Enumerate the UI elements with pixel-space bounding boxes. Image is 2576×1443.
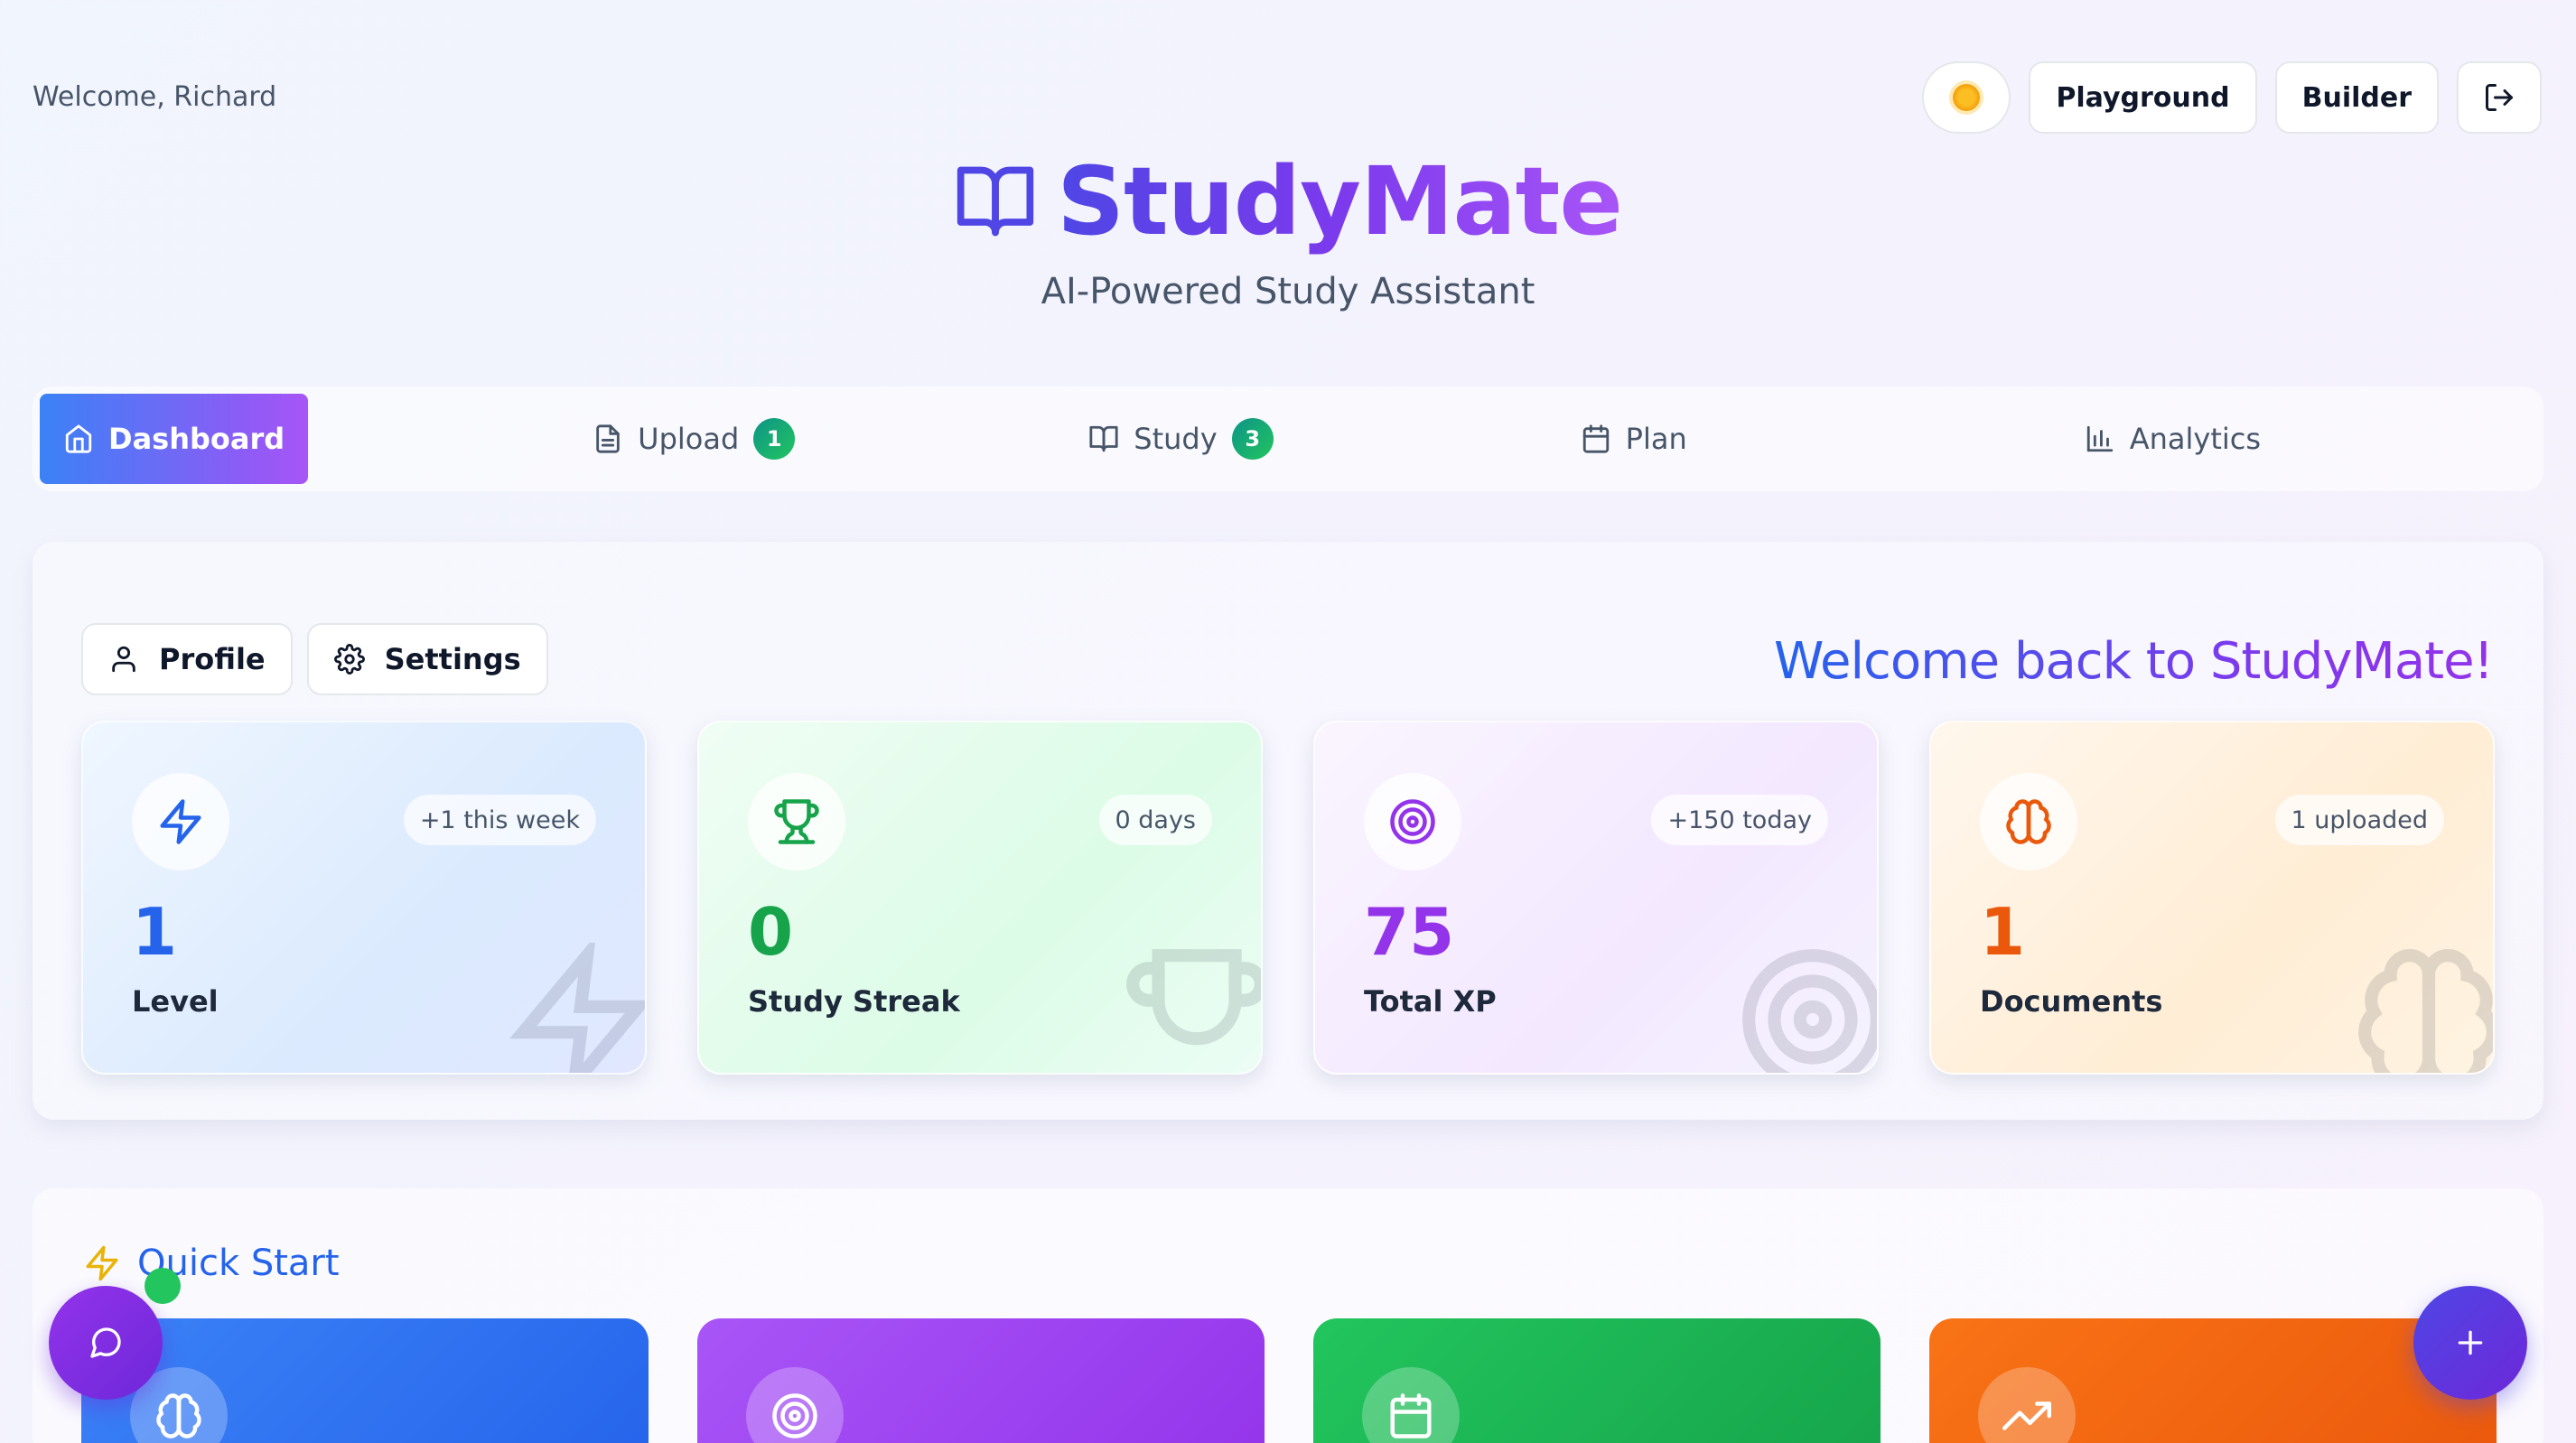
stat-icon-wrap — [1980, 773, 2077, 870]
theme-toggle-button[interactable] — [1922, 61, 2011, 134]
gear-icon — [333, 644, 365, 675]
stat-label: Total XP — [1364, 984, 1497, 1019]
settings-label: Settings — [384, 642, 521, 676]
tab-label: Dashboard — [108, 422, 285, 456]
app-subtitle: AI-Powered Study Assistant — [1041, 271, 1535, 312]
trophy-watermark-icon — [1126, 949, 1261, 1046]
target-watermark-icon — [1742, 949, 1877, 1073]
stat-icon-wrap — [1364, 773, 1461, 870]
logout-icon — [2486, 84, 2513, 111]
playground-button[interactable]: Playground — [2029, 61, 2257, 134]
stat-trend-pill: 0 days — [1098, 795, 1212, 845]
quick-start-section: Quick Start — [33, 1188, 2543, 1443]
stat-icon-wrap — [748, 773, 845, 870]
plus-icon — [2458, 1330, 2483, 1355]
stat-label: Study Streak — [748, 984, 960, 1019]
bar-chart-icon — [2086, 425, 2113, 452]
target-icon — [1390, 799, 1435, 844]
add-fab-button[interactable] — [2413, 1286, 2527, 1400]
stat-label: Documents — [1980, 984, 2163, 1019]
profile-actions: Profile Settings — [81, 623, 548, 695]
main-tabs: Dashboard Upload 1 Study 3 Plan Analytic… — [33, 386, 2543, 491]
quick-icon-wrap — [1362, 1367, 1460, 1443]
home-icon — [65, 424, 92, 453]
tab-analytics[interactable]: Analytics — [2085, 394, 2261, 484]
stat-trend-pill: +150 today — [1651, 795, 1828, 845]
app-title: StudyMate — [1057, 146, 1623, 256]
chat-icon — [90, 1327, 121, 1358]
open-book-icon — [957, 166, 1034, 237]
tab-dashboard[interactable]: Dashboard — [40, 394, 309, 484]
quick-icon-wrap — [746, 1367, 844, 1443]
book-icon — [1089, 425, 1118, 452]
file-icon — [596, 424, 620, 453]
builder-button[interactable]: Builder — [2274, 61, 2439, 134]
calendar-icon — [1582, 424, 1609, 453]
stat-icon-wrap — [132, 773, 229, 870]
brain-watermark-icon — [2358, 949, 2493, 1073]
quick-card-plan[interactable] — [1313, 1318, 1881, 1443]
quick-card-analytics[interactable] — [1929, 1318, 2497, 1443]
quick-card-quiz[interactable] — [697, 1318, 1265, 1443]
quick-icon-wrap — [1978, 1367, 2076, 1443]
tab-study[interactable]: Study 3 — [1088, 394, 1274, 484]
lightning-watermark-icon — [509, 943, 645, 1073]
brand: StudyMate — [0, 146, 2576, 256]
stat-trend-pill: +1 this week — [403, 795, 596, 845]
profile-label: Profile — [159, 642, 266, 676]
stat-card-streak: 0 days 0 Study Streak — [697, 721, 1263, 1075]
quick-card-study[interactable] — [81, 1318, 649, 1443]
logout-button[interactable] — [2457, 61, 2542, 134]
stat-value: 1 — [132, 894, 178, 970]
stat-card-level: +1 this week 1 Level — [81, 721, 647, 1075]
tab-label: Plan — [1625, 422, 1687, 456]
top-actions: Playground Builder — [1922, 61, 2542, 134]
tab-label: Study — [1134, 422, 1218, 456]
calendar-icon — [1390, 1393, 1432, 1438]
stat-value: 75 — [1364, 894, 1455, 970]
settings-button[interactable]: Settings — [306, 623, 548, 695]
tab-label: Analytics — [2129, 422, 2262, 456]
tab-upload[interactable]: Upload 1 — [593, 394, 796, 484]
stat-card-xp: +150 today 75 Total XP — [1313, 721, 1879, 1075]
welcome-back-heading: Welcome back to StudyMate! — [1773, 632, 2494, 691]
brain-icon — [2006, 799, 2051, 844]
lightning-icon — [160, 799, 201, 844]
tab-label: Upload — [638, 422, 740, 456]
trending-up-icon — [2002, 1401, 2051, 1430]
target-icon — [772, 1393, 817, 1438]
brain-icon — [156, 1393, 201, 1438]
stat-value: 0 — [748, 894, 794, 970]
lightning-icon — [86, 1245, 118, 1281]
dashboard-panel: Profile Settings Welcome back to StudyMa… — [33, 542, 2543, 1120]
user-icon — [112, 646, 135, 673]
upload-count-badge: 1 — [753, 418, 796, 460]
stat-label: Level — [132, 984, 219, 1019]
chat-fab-button[interactable] — [49, 1286, 163, 1400]
stat-value: 1 — [1980, 894, 2026, 970]
quick-start-heading: Quick Start — [83, 1243, 340, 1284]
tab-plan[interactable]: Plan — [1581, 394, 1687, 484]
study-count-badge: 3 — [1231, 418, 1274, 460]
trophy-icon — [774, 799, 819, 844]
stat-card-documents: 1 uploaded 1 Documents — [1929, 721, 2495, 1075]
stat-trend-pill: 1 uploaded — [2274, 795, 2444, 845]
welcome-user-text: Welcome, Richard — [33, 81, 277, 113]
online-status-dot — [145, 1268, 181, 1304]
sun-icon — [1953, 84, 1981, 111]
profile-button[interactable]: Profile — [81, 623, 293, 695]
